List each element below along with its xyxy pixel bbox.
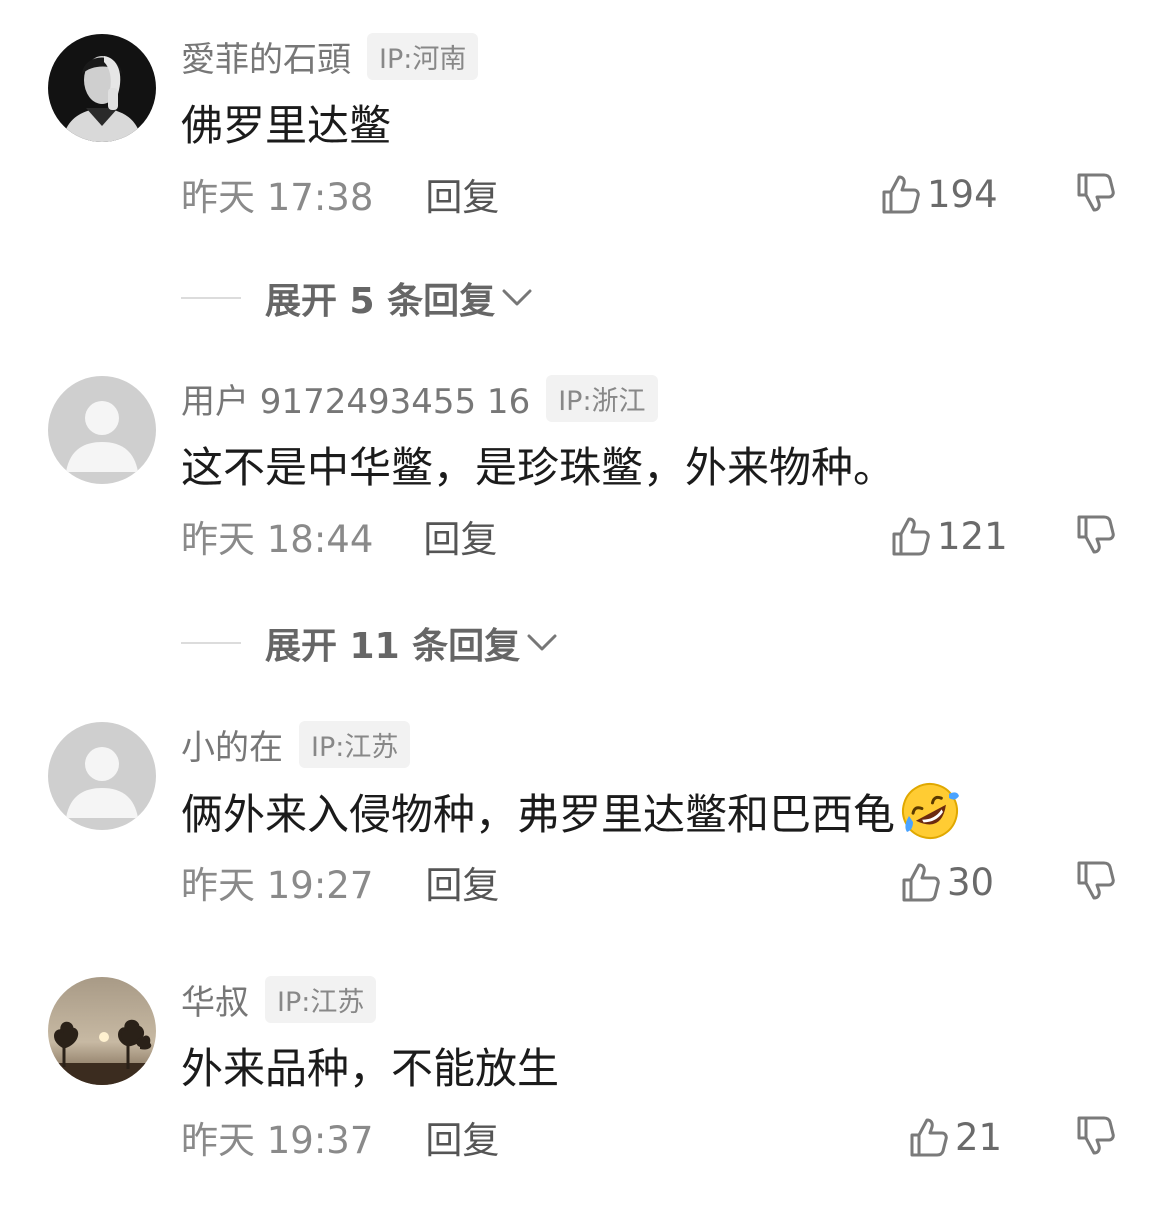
like-button[interactable]: 194 [881, 173, 998, 216]
avatar[interactable] [48, 376, 156, 484]
comment-text-content: 外来品种，不能放生 [181, 1044, 560, 1093]
expand-replies-button[interactable]: 展开 5 条回复 [181, 273, 533, 323]
comment-meta: 昨天 19:27 回复 30 [181, 855, 1131, 909]
author-name[interactable]: 华叔 [181, 975, 249, 1024]
default-user-icon [48, 722, 156, 830]
thumbs-down-icon [1077, 173, 1115, 212]
expand-replies-label: 展开 11 条回复 [265, 626, 521, 667]
thumbs-up-icon [902, 863, 940, 902]
comment-header: 小的在 IP:江苏 [181, 720, 411, 769]
comment-text-content: 佛罗里达鳖 [181, 101, 392, 150]
like-button[interactable]: 30 [901, 861, 994, 904]
expand-replies-label: 展开 5 条回复 [265, 281, 496, 322]
ip-location-badge: IP:江苏 [299, 720, 411, 768]
expand-replies-button[interactable]: 展开 11 条回复 [181, 618, 558, 668]
ip-location-badge: IP:浙江 [546, 374, 658, 422]
author-name[interactable]: 小的在 [181, 720, 283, 769]
comment-text-content: 俩外来入侵物种，弗罗里达鳖和巴西龟 [181, 789, 896, 839]
ip-location-badge: IP:河南 [367, 32, 479, 80]
chevron-down-icon [502, 289, 532, 306]
reply-button[interactable]: 回复 [423, 509, 497, 563]
dislike-button[interactable] [1076, 514, 1116, 556]
like-count: 30 [947, 860, 995, 904]
rolling-on-floor-laughing-emoji [902, 783, 960, 839]
comment-header: 用户 9172493455 16 IP:浙江 [181, 374, 658, 423]
comment-text: 俩外来入侵物种，弗罗里达鳖和巴西龟 [181, 780, 961, 842]
reply-button[interactable]: 回复 [425, 1110, 499, 1164]
comment-header: 华叔 IP:江苏 [181, 975, 377, 1024]
comment-meta: 昨天 19:37 回复 21 [181, 1110, 1131, 1164]
avatar[interactable] [48, 977, 156, 1085]
divider-line [181, 642, 241, 644]
timestamp: 昨天 19:37 [181, 1119, 374, 1162]
timestamp: 昨天 17:38 [181, 176, 374, 219]
comment-meta: 昨天 17:38 回复 194 [181, 167, 1131, 221]
avatar[interactable] [48, 722, 156, 830]
dislike-button[interactable] [1076, 172, 1116, 214]
reply-button[interactable]: 回复 [425, 167, 499, 221]
comment-header: 愛菲的石頭 IP:河南 [181, 32, 479, 81]
photo-man-hand-on-face-icon [48, 34, 156, 142]
timestamp: 昨天 19:27 [181, 864, 374, 907]
thumbs-down-icon [1077, 861, 1115, 900]
default-user-icon [48, 376, 156, 484]
like-count: 21 [955, 1115, 1003, 1159]
like-button[interactable]: 121 [891, 515, 1008, 558]
ip-location-badge: IP:江苏 [265, 975, 377, 1023]
photo-sunset-trees-icon [48, 977, 156, 1085]
thumbs-up-icon [910, 1118, 948, 1157]
like-button[interactable]: 21 [909, 1116, 1002, 1159]
thumbs-down-icon [1077, 1116, 1115, 1155]
avatar[interactable] [48, 34, 156, 142]
thumbs-down-icon [1077, 515, 1115, 554]
like-count: 121 [937, 514, 1008, 558]
author-name[interactable]: 用户 9172493455 16 [181, 374, 530, 423]
divider-line [181, 297, 241, 299]
comment-meta: 昨天 18:44 回复 121 [181, 509, 1131, 563]
like-count: 194 [927, 172, 998, 216]
timestamp: 昨天 18:44 [181, 518, 374, 561]
chevron-down-icon [527, 634, 557, 651]
author-name[interactable]: 愛菲的石頭 [181, 32, 351, 81]
comment-text-content: 这不是中华鳖，是珍珠鳖，外来物种。 [181, 443, 896, 492]
dislike-button[interactable] [1076, 1115, 1116, 1157]
thumbs-up-icon [892, 517, 930, 556]
comment-text: 外来品种，不能放生 [181, 1035, 559, 1096]
dislike-button[interactable] [1076, 860, 1116, 902]
comment-text: 这不是中华鳖，是珍珠鳖，外来物种。 [181, 434, 895, 495]
reply-button[interactable]: 回复 [425, 855, 499, 909]
comment-text: 佛罗里达鳖 [181, 92, 391, 153]
thumbs-up-icon [882, 175, 920, 214]
